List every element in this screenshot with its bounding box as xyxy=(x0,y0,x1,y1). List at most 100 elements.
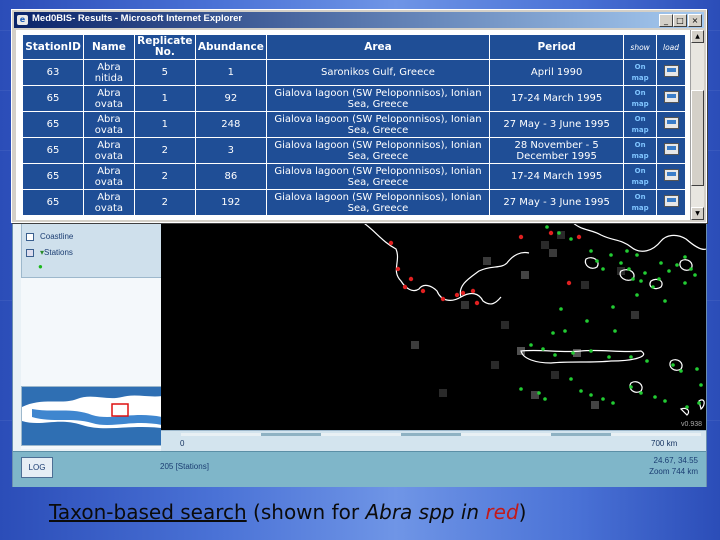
cell-area: Gialova lagoon (SW Peloponnisos), Ionian… xyxy=(266,138,490,163)
cell-name: Abra nitida xyxy=(83,60,134,85)
station-legend-dot-icon: ● xyxy=(38,262,43,271)
load-data-icon[interactable] xyxy=(663,169,679,181)
cell-on-map[interactable]: On map xyxy=(624,190,657,215)
cell-on-map[interactable]: On map xyxy=(624,138,657,163)
load-data-icon[interactable] xyxy=(663,195,679,207)
green-station-dot xyxy=(699,383,703,387)
layer-panel: Coastline ▾Stations ● xyxy=(21,221,169,278)
cell-period: 27 May - 3 June 1995 xyxy=(490,190,624,215)
green-station-dot xyxy=(569,237,573,241)
overview-minimap[interactable] xyxy=(21,386,169,446)
layer-coastline[interactable]: Coastline xyxy=(26,232,73,241)
gis-application: Coastline ▾Stations ● v0.938 0 700 km LO… xyxy=(12,210,707,487)
layer-stations-checkbox[interactable] xyxy=(26,248,34,257)
red-station-dot xyxy=(566,280,572,286)
cell-load[interactable] xyxy=(657,190,685,215)
cell-load[interactable] xyxy=(657,138,685,163)
red-station-dot xyxy=(395,266,401,272)
cell-period: 27 May - 3 June 1995 xyxy=(490,112,624,137)
load-data-icon[interactable] xyxy=(663,117,679,129)
green-station-dot xyxy=(689,267,693,271)
green-station-dot xyxy=(601,267,605,271)
red-station-dot xyxy=(460,290,466,296)
cell-period: 17-24 March 1995 xyxy=(490,164,624,189)
cell-replicate: 2 xyxy=(134,138,195,163)
table-row: 65 Abra ovata 2 192 Gialova lagoon (SW Pelop… xyxy=(23,190,685,215)
green-station-dot xyxy=(629,355,633,359)
table-row: 65 Abra ovata 2 3 Gialova lagoon (SW Pelopon… xyxy=(23,138,685,163)
green-station-dot xyxy=(589,249,593,253)
cell-load[interactable] xyxy=(657,86,685,111)
load-data-icon[interactable] xyxy=(663,143,679,155)
scroll-down-arrow-icon[interactable]: ▼ xyxy=(691,207,704,220)
green-station-dot xyxy=(543,397,547,401)
close-button[interactable]: × xyxy=(688,14,702,27)
green-station-dot xyxy=(659,261,663,265)
cell-on-map[interactable]: On map xyxy=(624,112,657,137)
scale-bar: 0 700 km xyxy=(161,430,706,451)
layer-coastline-label: Coastline xyxy=(40,232,74,241)
col-header-load[interactable]: load xyxy=(657,35,685,59)
green-station-dot xyxy=(651,285,655,289)
green-station-dot xyxy=(619,261,623,265)
cell-load[interactable] xyxy=(657,60,685,85)
green-station-dot xyxy=(529,343,533,347)
cell-on-map[interactable]: On map xyxy=(624,86,657,111)
green-station-dot xyxy=(613,329,617,333)
green-station-dot xyxy=(563,329,567,333)
green-station-dot xyxy=(541,347,545,351)
cell-abundance: 192 xyxy=(195,190,266,215)
map-canvas[interactable]: v0.938 xyxy=(161,211,706,430)
green-station-dot xyxy=(695,367,699,371)
cell-on-map[interactable]: On map xyxy=(624,164,657,189)
load-data-icon[interactable] xyxy=(663,65,679,77)
cell-abundance: 92 xyxy=(195,86,266,111)
table-row: 65 Abra ovata 1 248 Gialova lagoon (SW Pelop… xyxy=(23,112,685,137)
cell-on-map[interactable]: On map xyxy=(624,60,657,85)
cell-stationid: 65 xyxy=(23,138,83,163)
gis-side-panel: Coastline ▾Stations ● xyxy=(21,211,169,449)
green-station-dot xyxy=(663,299,667,303)
green-station-dot xyxy=(639,391,643,395)
green-station-dot xyxy=(683,281,687,285)
table-row: 65 Abra ovata 2 86 Gialova lagoon (SW Pelopo… xyxy=(23,164,685,189)
cell-area: Saronikos Gulf, Greece xyxy=(266,60,490,85)
red-station-dot xyxy=(548,230,554,236)
log-button[interactable]: LOG xyxy=(21,457,53,478)
cell-period: 28 November - 5 December 1995 xyxy=(490,138,624,163)
green-station-dot xyxy=(667,269,671,273)
green-station-dot xyxy=(557,231,561,235)
scroll-thumb[interactable] xyxy=(691,90,704,186)
cell-replicate: 1 xyxy=(134,86,195,111)
col-header-replicate[interactable]: Replicate No. xyxy=(134,35,195,59)
col-header-area[interactable]: Area xyxy=(266,35,490,59)
minimize-button[interactable]: _ xyxy=(659,14,673,27)
cell-stationid: 65 xyxy=(23,190,83,215)
green-station-dot xyxy=(585,319,589,323)
cell-load[interactable] xyxy=(657,164,685,189)
scroll-up-arrow-icon[interactable]: ▲ xyxy=(691,30,704,43)
cell-area: Gialova lagoon (SW Peloponnisos), Ionian… xyxy=(266,190,490,215)
col-header-abundance[interactable]: Abundance xyxy=(195,35,266,59)
col-header-stationid[interactable]: StationID xyxy=(23,35,83,59)
maximize-button[interactable]: □ xyxy=(673,14,687,27)
cell-replicate: 2 xyxy=(134,164,195,189)
load-data-icon[interactable] xyxy=(663,91,679,103)
green-station-dot xyxy=(559,307,563,311)
vertical-scrollbar[interactable]: ▲ ▼ xyxy=(690,30,704,220)
col-header-period[interactable]: Period xyxy=(490,35,624,59)
cell-load[interactable] xyxy=(657,112,685,137)
layer-coastline-checkbox[interactable] xyxy=(26,232,34,241)
green-station-dot xyxy=(631,277,635,281)
cell-stationid: 65 xyxy=(23,86,83,111)
cell-abundance: 3 xyxy=(195,138,266,163)
gis-status-bar: LOG 205 [Stations] 24.67, 34.55 Zoom 744… xyxy=(13,451,706,487)
col-header-show[interactable]: show xyxy=(624,35,657,59)
ie-title-bar[interactable]: e Med0BIS- Results - Microsoft Internet … xyxy=(14,12,704,28)
layer-stations[interactable]: ▾Stations xyxy=(26,248,73,257)
green-station-dot xyxy=(571,351,575,355)
green-station-dot xyxy=(645,359,649,363)
col-header-name[interactable]: Name xyxy=(83,35,134,59)
ie-app-icon: e xyxy=(17,15,28,25)
green-station-dot xyxy=(625,249,629,253)
